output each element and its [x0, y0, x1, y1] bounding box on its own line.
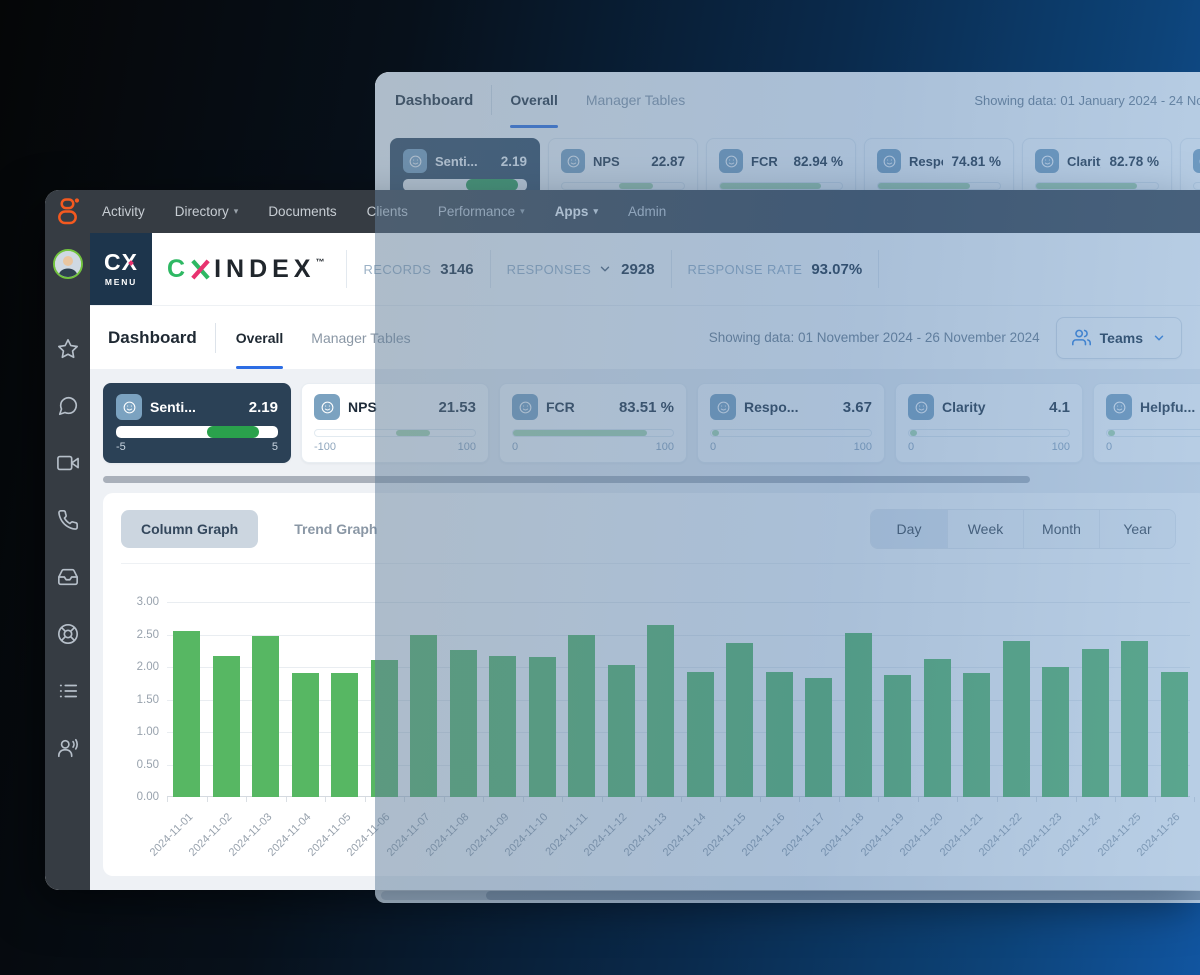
background-window: Dashboard OverallManager Tables Showing … — [375, 72, 1200, 903]
list-icon[interactable] — [57, 680, 79, 702]
bar-slot — [167, 602, 207, 797]
kpi-card-senti[interactable]: Senti... 2.19 -5 5 — [103, 383, 291, 463]
chevron-down-icon: ▾ — [234, 206, 239, 217]
y-tick-label: 1.50 — [137, 694, 159, 706]
video-icon[interactable] — [57, 452, 79, 474]
nav-item-label: Documents — [268, 204, 336, 219]
kpi-progress-bar — [116, 426, 278, 438]
icon-sidebar — [45, 233, 90, 890]
y-tick-label: 2.00 — [137, 661, 159, 673]
nav-item-label: Activity — [102, 204, 145, 219]
smiley-icon — [116, 394, 142, 420]
brand-x-icon — [189, 257, 212, 282]
bar-2024-11-02 — [213, 656, 240, 797]
kpi-progress-pill — [207, 426, 259, 438]
y-tick-label: 2.50 — [137, 629, 159, 641]
kpi-range-min: -5 — [116, 441, 126, 453]
kpi-card-header: Senti... 2.19 — [116, 394, 278, 420]
kpi-range-labels: -5 5 — [116, 441, 278, 453]
nav-item-directory[interactable]: Directory ▾ — [175, 204, 239, 219]
graph-type-tabs: Column GraphTrend Graph — [121, 510, 397, 548]
cx-menu-button[interactable]: CX MENU — [90, 233, 152, 305]
user-voice-icon[interactable] — [57, 737, 79, 759]
nav-item-documents[interactable]: Documents — [268, 204, 336, 219]
star-icon[interactable] — [57, 338, 79, 360]
y-axis-labels: 3.002.502.001.501.000.500.00 — [121, 602, 167, 797]
window-dim-overlay — [375, 72, 1200, 903]
nav-item-activity[interactable]: Activity — [102, 204, 145, 219]
bar-slot — [246, 602, 286, 797]
kpi-range-max: 5 — [272, 441, 278, 453]
bar-2024-11-05 — [331, 673, 358, 797]
bar-2024-11-01 — [173, 631, 200, 797]
kpi-value: 2.19 — [249, 399, 278, 416]
kpi-range-min: -100 — [314, 441, 336, 453]
bar-2024-11-03 — [252, 636, 279, 797]
divider — [346, 250, 347, 288]
bar-slot — [325, 602, 365, 797]
y-tick-label: 0.50 — [137, 759, 159, 771]
bar-2024-11-04 — [292, 673, 319, 797]
divider — [215, 323, 216, 353]
inbox-icon[interactable] — [57, 566, 79, 588]
smiley-icon — [314, 394, 340, 420]
phone-icon[interactable] — [57, 509, 79, 531]
desktop-background: Dashboard OverallManager Tables Showing … — [0, 0, 1200, 975]
brand-logo: C INDEX ™ — [167, 257, 324, 282]
avatar[interactable] — [53, 249, 83, 279]
y-tick-label: 0.00 — [137, 791, 159, 803]
kpi-title: Senti... — [150, 399, 196, 415]
kpi-title: NPS — [348, 399, 377, 415]
tab-overall[interactable]: Overall — [236, 306, 283, 369]
cx-menu-logo: CX — [104, 251, 138, 274]
chat-icon[interactable] — [57, 395, 79, 417]
app-logo-icon[interactable] — [45, 197, 90, 226]
page-title: Dashboard — [108, 328, 197, 348]
tab-column-graph[interactable]: Column Graph — [121, 510, 258, 548]
bar-slot — [286, 602, 326, 797]
y-tick-label: 1.00 — [137, 726, 159, 738]
bar-slot — [207, 602, 247, 797]
y-tick-label: 3.00 — [137, 596, 159, 608]
nav-item-label: Directory — [175, 204, 229, 219]
life-buoy-icon[interactable] — [57, 623, 79, 645]
